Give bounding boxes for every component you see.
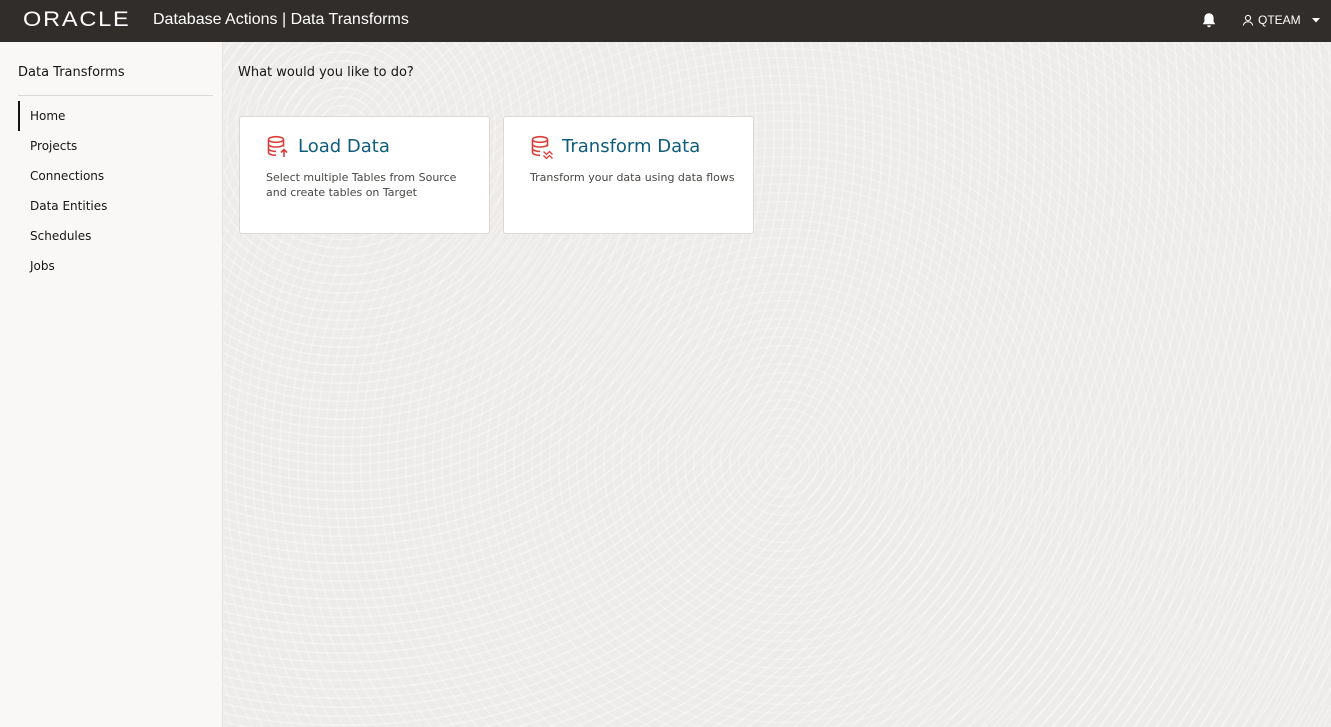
sidebar-title: Data Transforms: [18, 65, 125, 80]
page-prompt: What would you like to do?: [238, 65, 414, 80]
load-data-description: Select multiple Tables from Source and c…: [266, 171, 457, 199]
sidebar-item-jobs[interactable]: Jobs: [18, 251, 213, 281]
sidebar-item-connections[interactable]: Connections: [18, 161, 213, 191]
load-data-card[interactable]: Load Data Select multiple Tables from So…: [239, 116, 490, 234]
sidebar-item-home[interactable]: Home: [18, 101, 213, 131]
sidebar-nav: Home Projects Connections Data Entities …: [18, 101, 213, 281]
database-transform-icon: [531, 135, 553, 159]
load-data-title: Load Data: [298, 136, 390, 157]
sidebar-divider: [18, 95, 213, 96]
database-load-icon: [267, 135, 288, 157]
main-content: What would you like to do? Load Data Sel…: [223, 42, 1331, 727]
bell-icon[interactable]: [1200, 11, 1218, 29]
sidebar-item-projects[interactable]: Projects: [18, 131, 213, 161]
sidebar: Data Transforms Home Projects Connection…: [0, 42, 223, 727]
user-menu-button[interactable]: QTEAM: [1242, 11, 1321, 29]
transform-data-title: Transform Data: [562, 136, 701, 157]
user-name: QTEAM: [1258, 13, 1301, 27]
transform-data-description: Transform your data using data flows: [530, 171, 735, 184]
sidebar-item-data-entities[interactable]: Data Entities: [18, 191, 213, 221]
caret-down-icon: [1311, 18, 1320, 23]
app-title: Database Actions | Data Transforms: [153, 11, 409, 28]
transform-data-card[interactable]: Transform Data Transform your data using…: [503, 116, 754, 234]
top-header: ORACLE Database Actions | Data Transform…: [0, 0, 1331, 42]
user-icon: [1242, 14, 1254, 26]
oracle-logo: ORACLE: [23, 8, 131, 31]
sidebar-item-schedules[interactable]: Schedules: [18, 221, 213, 251]
